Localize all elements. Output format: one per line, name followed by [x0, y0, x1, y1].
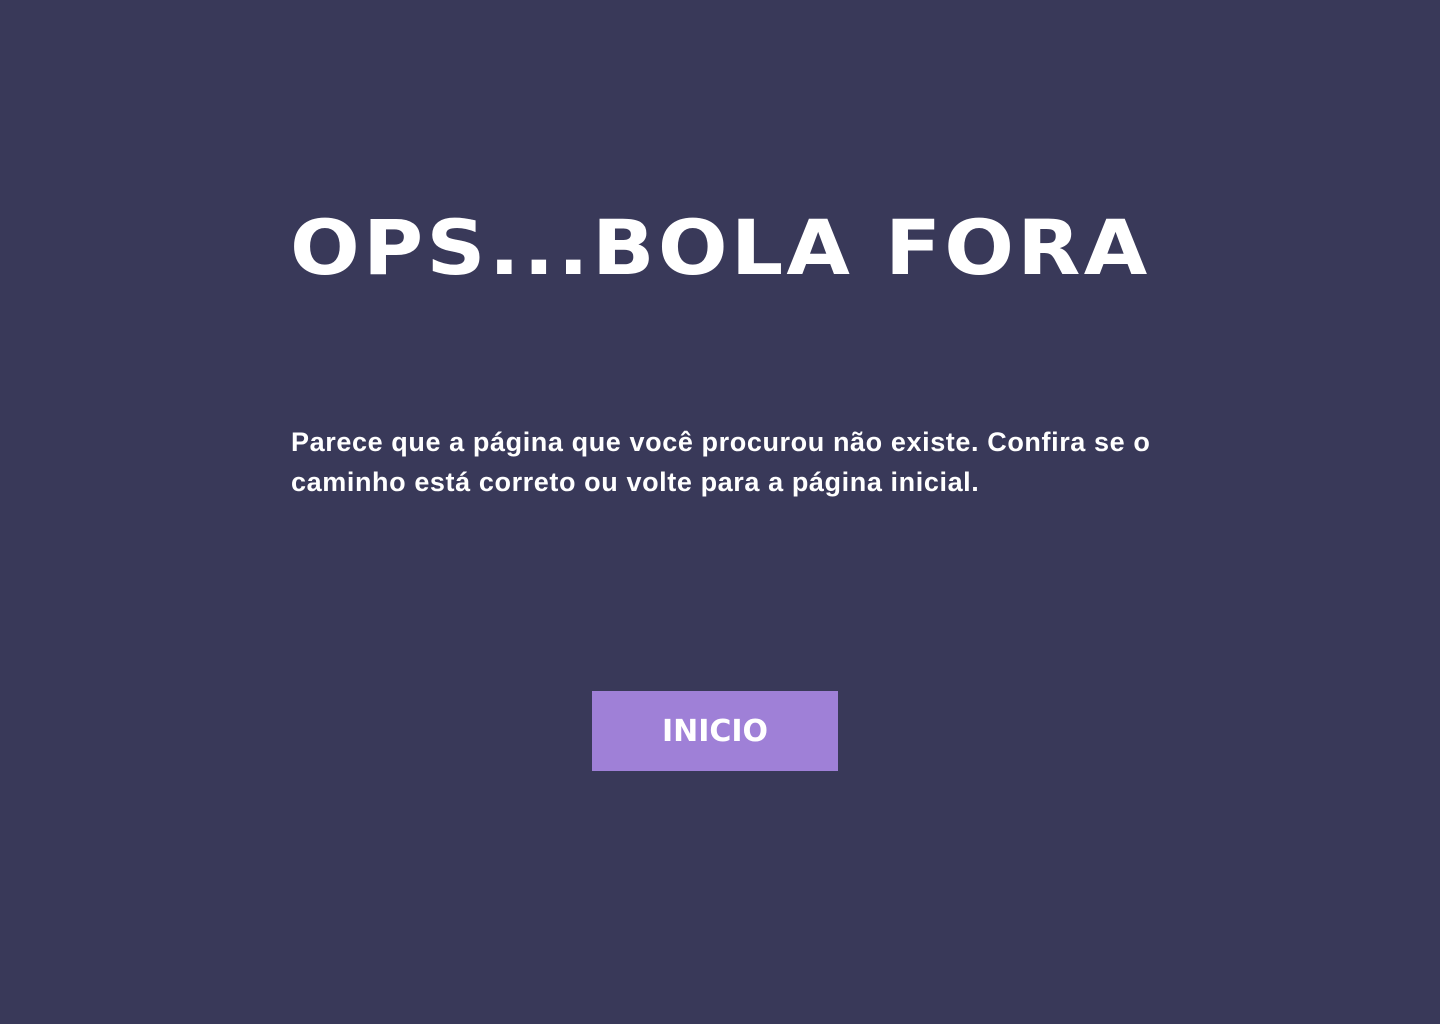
not-found-page: OPS...BOLA FORA Parece que a página que …	[0, 0, 1440, 1024]
error-message: Parece que a página que você procurou nã…	[291, 427, 1151, 497]
home-button[interactable]: INICIO	[592, 691, 838, 771]
page-title: OPS...BOLA FORA	[290, 203, 1151, 292]
